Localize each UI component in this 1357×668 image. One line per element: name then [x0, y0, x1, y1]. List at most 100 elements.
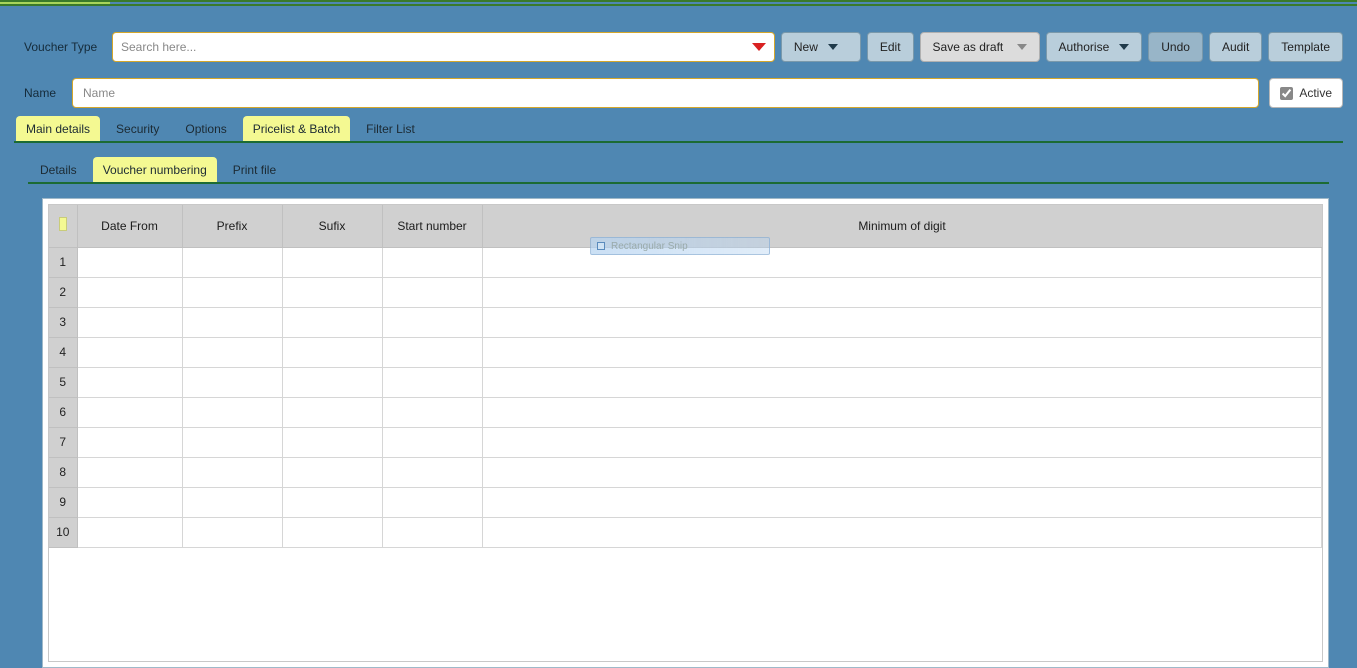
- cell-min-digit[interactable]: [482, 487, 1322, 517]
- cell-start-number[interactable]: [382, 457, 482, 487]
- cell-start-number[interactable]: [382, 487, 482, 517]
- cell-sufix[interactable]: [282, 427, 382, 457]
- header-start-number[interactable]: Start number: [382, 205, 482, 247]
- voucher-type-search[interactable]: [112, 32, 775, 62]
- cell-prefix[interactable]: [182, 487, 282, 517]
- new-button-label: New: [794, 40, 818, 54]
- subtab-details[interactable]: Details: [30, 157, 87, 182]
- cell-min-digit[interactable]: [482, 427, 1322, 457]
- search-input[interactable]: [121, 33, 752, 61]
- cell-start-number[interactable]: [382, 337, 482, 367]
- cell-prefix[interactable]: [182, 277, 282, 307]
- table-row[interactable]: 4: [49, 337, 1322, 367]
- cell-prefix[interactable]: [182, 367, 282, 397]
- cell-prefix[interactable]: [182, 397, 282, 427]
- cell-min-digit[interactable]: [482, 277, 1322, 307]
- voucher-numbering-table[interactable]: Date From Prefix Sufix Start number Mini…: [49, 205, 1322, 548]
- cell-sufix[interactable]: [282, 397, 382, 427]
- main-tabs: Main detailsSecurityOptions Pricelist & B…: [14, 116, 1343, 143]
- table-row[interactable]: 10: [49, 517, 1322, 547]
- cell-min-digit[interactable]: [482, 247, 1322, 277]
- cell-prefix[interactable]: [182, 337, 282, 367]
- cell-date-from[interactable]: [77, 517, 182, 547]
- cell-date-from[interactable]: [77, 307, 182, 337]
- table-row[interactable]: 1: [49, 247, 1322, 277]
- audit-button[interactable]: Audit: [1209, 32, 1262, 62]
- cell-min-digit[interactable]: [482, 337, 1322, 367]
- header-marker: [49, 205, 77, 247]
- header-sufix[interactable]: Sufix: [282, 205, 382, 247]
- audit-label: Audit: [1222, 40, 1249, 54]
- name-label: Name: [14, 86, 62, 100]
- table-row[interactable]: 6: [49, 397, 1322, 427]
- cell-start-number[interactable]: [382, 427, 482, 457]
- cell-sufix[interactable]: [282, 247, 382, 277]
- cell-sufix[interactable]: [282, 367, 382, 397]
- cell-date-from[interactable]: [77, 277, 182, 307]
- tab-options[interactable]: Options: [175, 116, 236, 141]
- tab-pricelist-batch[interactable]: Pricelist & Batch: [243, 116, 350, 141]
- subtab-voucher-numbering[interactable]: Voucher numbering: [93, 157, 217, 182]
- active-checkbox[interactable]: [1280, 87, 1293, 100]
- cell-sufix[interactable]: [282, 337, 382, 367]
- toolbar: Voucher Type New Edit Save as draft Auth…: [14, 16, 1343, 72]
- authorise-button[interactable]: Authorise: [1046, 32, 1143, 62]
- cell-date-from[interactable]: [77, 457, 182, 487]
- authorise-label: Authorise: [1059, 40, 1110, 54]
- cell-sufix[interactable]: [282, 517, 382, 547]
- cell-prefix[interactable]: [182, 457, 282, 487]
- active-toggle[interactable]: Active: [1269, 78, 1343, 108]
- name-input[interactable]: [72, 78, 1259, 108]
- table-row[interactable]: 7: [49, 427, 1322, 457]
- cell-min-digit[interactable]: [482, 457, 1322, 487]
- cell-start-number[interactable]: [382, 277, 482, 307]
- table-row[interactable]: 8: [49, 457, 1322, 487]
- new-button[interactable]: New: [781, 32, 861, 62]
- cell-prefix[interactable]: [182, 517, 282, 547]
- undo-button[interactable]: Undo: [1148, 32, 1203, 62]
- cell-prefix[interactable]: [182, 247, 282, 277]
- header-prefix[interactable]: Prefix: [182, 205, 282, 247]
- cell-min-digit[interactable]: [482, 307, 1322, 337]
- tab-security[interactable]: Security: [106, 116, 169, 141]
- row-number: 4: [49, 337, 77, 367]
- cell-start-number[interactable]: [382, 517, 482, 547]
- table-row[interactable]: 2: [49, 277, 1322, 307]
- dropdown-caret-icon[interactable]: [752, 43, 766, 51]
- cell-sufix[interactable]: [282, 277, 382, 307]
- header-date-from[interactable]: Date From: [77, 205, 182, 247]
- grid-panel: Date From Prefix Sufix Start number Mini…: [42, 198, 1329, 668]
- cell-sufix[interactable]: [282, 457, 382, 487]
- cell-min-digit[interactable]: [482, 517, 1322, 547]
- cell-prefix[interactable]: [182, 427, 282, 457]
- subtab-print-file[interactable]: Print file: [223, 157, 286, 182]
- cell-start-number[interactable]: [382, 247, 482, 277]
- table-row[interactable]: 5: [49, 367, 1322, 397]
- template-button[interactable]: Template: [1268, 32, 1343, 62]
- cell-start-number[interactable]: [382, 307, 482, 337]
- cell-start-number[interactable]: [382, 397, 482, 427]
- row-number: 1: [49, 247, 77, 277]
- save-draft-button[interactable]: Save as draft: [920, 32, 1040, 62]
- cell-date-from[interactable]: [77, 337, 182, 367]
- tab-filter-list[interactable]: Filter List: [356, 116, 425, 141]
- header-min-digit[interactable]: Minimum of digit: [482, 205, 1322, 247]
- row-number: 7: [49, 427, 77, 457]
- cell-min-digit[interactable]: [482, 397, 1322, 427]
- chevron-down-icon: [828, 44, 838, 50]
- table-row[interactable]: 9: [49, 487, 1322, 517]
- table-row[interactable]: 3: [49, 307, 1322, 337]
- cell-date-from[interactable]: [77, 247, 182, 277]
- cell-sufix[interactable]: [282, 487, 382, 517]
- cell-prefix[interactable]: [182, 307, 282, 337]
- cell-sufix[interactable]: [282, 307, 382, 337]
- cell-start-number[interactable]: [382, 367, 482, 397]
- cell-date-from[interactable]: [77, 367, 182, 397]
- cell-min-digit[interactable]: [482, 367, 1322, 397]
- tab-main-details[interactable]: Main details: [16, 116, 100, 141]
- cell-date-from[interactable]: [77, 427, 182, 457]
- main-area: Voucher Type New Edit Save as draft Auth…: [0, 6, 1357, 668]
- edit-button[interactable]: Edit: [867, 32, 914, 62]
- cell-date-from[interactable]: [77, 397, 182, 427]
- cell-date-from[interactable]: [77, 487, 182, 517]
